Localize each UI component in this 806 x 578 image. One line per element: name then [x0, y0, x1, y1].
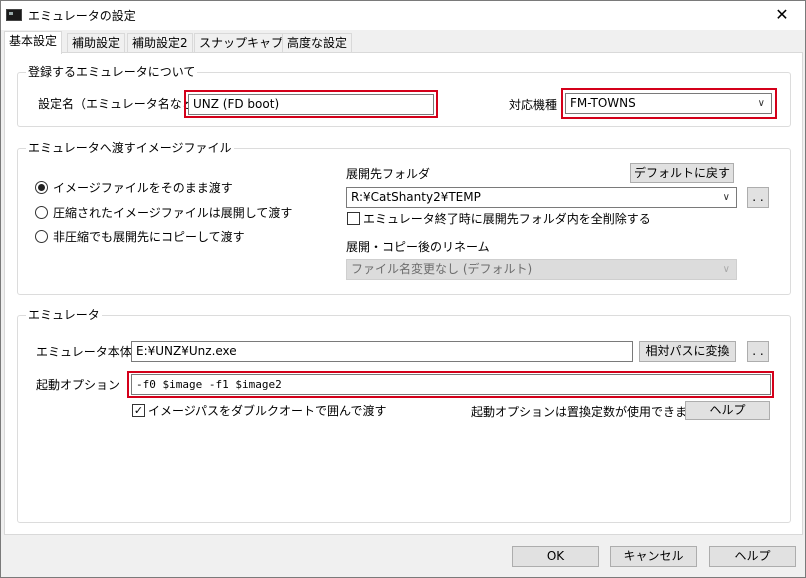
machine-select-value: FM-TOWNS	[570, 96, 636, 110]
tab-panel: 登録するエミュレータについて 設定名（エミュレータ名など） UNZ (FD bo…	[4, 52, 803, 535]
exe-label: エミュレータ本体	[36, 345, 132, 359]
default-button[interactable]: デフォルトに戻す	[630, 163, 734, 183]
emulator-info-group-title: 登録するエミュレータについて	[26, 64, 198, 80]
machine-select[interactable]: FM-TOWNS ∨	[565, 93, 772, 114]
options-help-button[interactable]: ヘルプ	[685, 401, 770, 420]
app-icon	[6, 9, 22, 21]
chevron-down-icon: ∨	[722, 264, 730, 275]
extract-folder-browse-button[interactable]: . .	[747, 187, 769, 208]
exe-browse-button[interactable]: . .	[747, 341, 769, 362]
checkmark-icon: ✓	[133, 404, 144, 417]
placeholder-note: 起動オプションは置換定数が使用できます。	[471, 405, 710, 419]
delete-on-exit-checkbox[interactable]	[347, 212, 360, 225]
radio-copy-uncompressed[interactable]	[35, 230, 48, 243]
ok-button[interactable]: OK	[512, 546, 599, 567]
radio-extract-compressed-label: 圧縮されたイメージファイルは展開して渡す	[53, 206, 293, 220]
radio-pass-as-is[interactable]	[35, 181, 48, 194]
setting-name-input[interactable]: UNZ (FD boot)	[188, 94, 434, 115]
rename-value: ファイル名変更なし (デフォルト)	[351, 262, 533, 276]
chevron-down-icon: ∨	[722, 192, 730, 203]
launch-options-label: 起動オプション	[36, 378, 121, 392]
extract-folder-label: 展開先フォルダ	[346, 167, 431, 181]
emulator-group-title: エミュレータ	[26, 307, 102, 323]
tab-advanced-settings[interactable]: 高度な設定	[282, 33, 353, 53]
machine-label: 対応機種	[509, 98, 558, 112]
image-file-group-title: エミュレータへ渡すイメージファイル	[26, 140, 234, 156]
title-bar: エミュレータの設定 ✕	[1, 1, 805, 30]
extract-folder-value: R:¥CatShanty2¥TEMP	[351, 190, 481, 204]
chevron-down-icon: ∨	[757, 98, 765, 109]
setting-name-label: 設定名（エミュレータ名など）	[38, 97, 206, 111]
settings-window: エミュレータの設定 ✕ 基本設定 補助設定 補助設定2 スナップキャプチャ 高度…	[0, 0, 806, 578]
launch-options-input[interactable]: -f0 $image -f1 $image2	[131, 374, 771, 395]
radio-copy-uncompressed-label: 非圧縮でも展開先にコピーして渡す	[53, 230, 245, 244]
quote-path-label: イメージパスをダブルクオートで囲んで渡す	[148, 404, 387, 418]
tab-aux-settings-2[interactable]: 補助設定2	[127, 33, 193, 53]
rename-select[interactable]: ファイル名変更なし (デフォルト) ∨	[346, 259, 737, 280]
radio-pass-as-is-label: イメージファイルをそのまま渡す	[53, 181, 233, 195]
tab-aux-settings[interactable]: 補助設定	[67, 33, 126, 53]
rename-label: 展開・コピー後のリネーム	[346, 240, 490, 254]
close-button[interactable]: ✕	[759, 1, 805, 30]
quote-path-checkbox[interactable]: ✓	[132, 404, 145, 417]
extract-folder-select[interactable]: R:¥CatShanty2¥TEMP ∨	[346, 187, 737, 208]
exe-path-input[interactable]: E:¥UNZ¥Unz.exe	[131, 341, 633, 362]
radio-extract-compressed[interactable]	[35, 206, 48, 219]
cancel-button[interactable]: キャンセル	[610, 546, 697, 567]
window-title: エミュレータの設定	[28, 9, 136, 23]
help-button[interactable]: ヘルプ	[709, 546, 796, 567]
relative-path-button[interactable]: 相対パスに変換	[639, 341, 736, 362]
tab-basic-settings[interactable]: 基本設定	[4, 31, 63, 54]
delete-on-exit-label: エミュレータ終了時に展開先フォルダ内を全削除する	[363, 212, 651, 226]
